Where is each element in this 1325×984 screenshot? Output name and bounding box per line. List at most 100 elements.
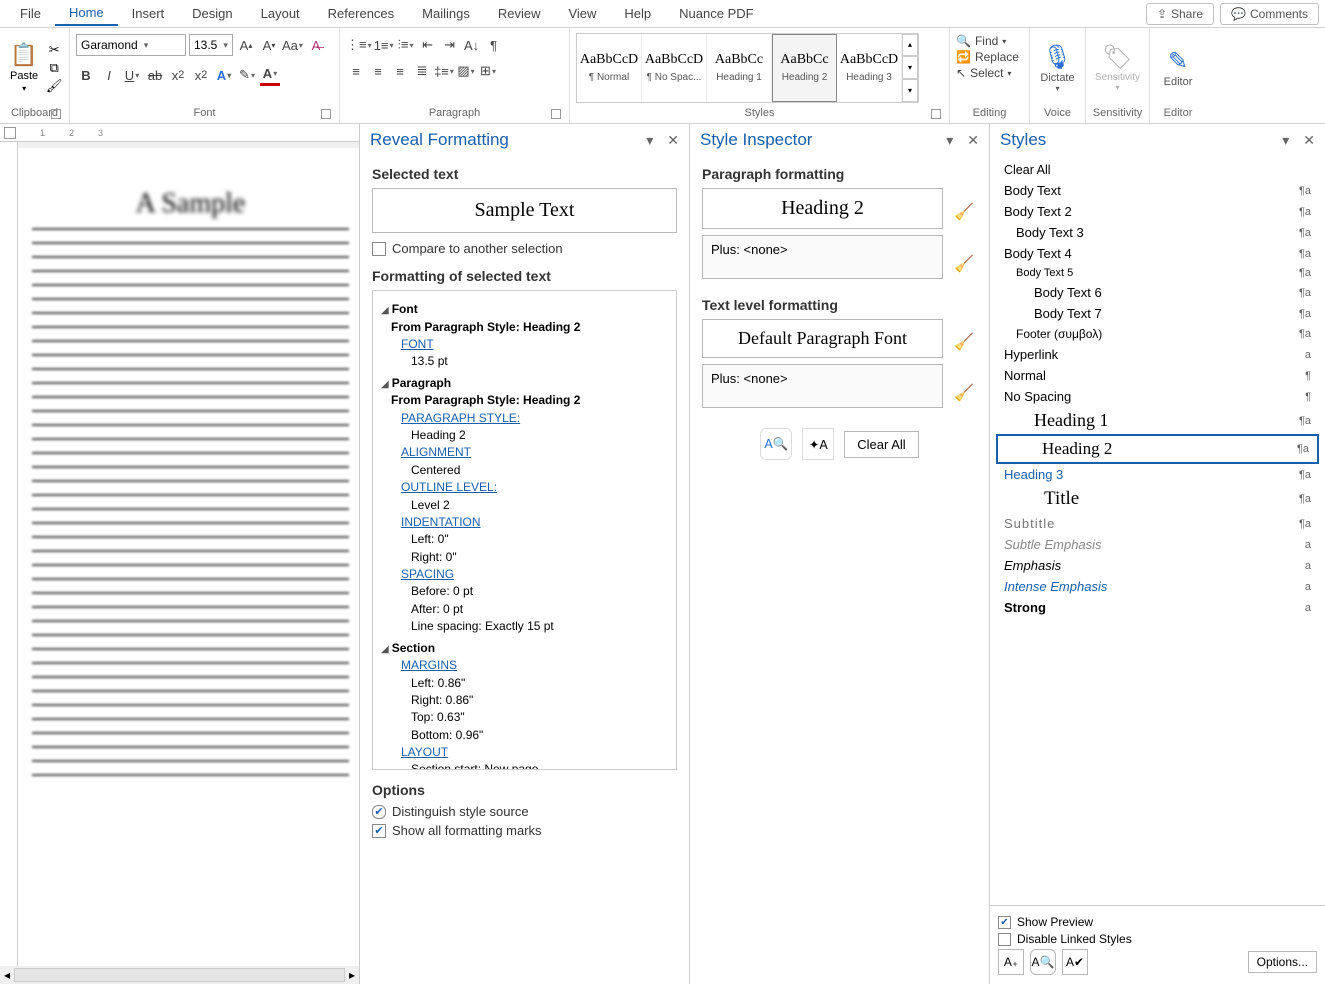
borders-icon[interactable]: ⊞▾	[478, 60, 498, 82]
style-list-item[interactable]: Subtle Emphasisa	[996, 534, 1319, 555]
clipboard-launcher[interactable]	[51, 109, 61, 119]
style-list-item[interactable]: No Spacing¶	[996, 386, 1319, 407]
new-style-icon[interactable]: A₊	[998, 949, 1024, 975]
disable-linked-checkbox[interactable]: Disable Linked Styles	[998, 932, 1317, 946]
scroll-left-icon[interactable]: ◂	[0, 968, 14, 982]
style-list-item[interactable]: Body Text 2¶a	[996, 201, 1319, 222]
font-color-icon[interactable]: A▾	[260, 64, 280, 86]
style-list-item[interactable]: Footer (συμβολ)¶a	[996, 324, 1319, 344]
comments-button[interactable]: 💬Comments	[1220, 3, 1319, 25]
close-icon[interactable]: ✕	[1303, 132, 1315, 149]
paragraph-launcher[interactable]	[551, 109, 561, 119]
line-spacing-icon[interactable]: ‡≡▾	[434, 60, 454, 82]
tab-home[interactable]: Home	[55, 1, 118, 26]
style-list-item[interactable]: Body Text 5¶a	[996, 264, 1319, 282]
style-gallery-item[interactable]: AaBbCcD¶ Normal	[577, 34, 642, 102]
change-case-icon[interactable]: Aa▾	[282, 34, 303, 56]
style-gallery-item[interactable]: AaBbCcDHeading 3	[837, 34, 902, 102]
tab-help[interactable]: Help	[610, 2, 665, 25]
tab-references[interactable]: References	[314, 2, 408, 25]
compare-checkbox[interactable]: Compare to another selection	[372, 241, 677, 256]
replace-button[interactable]: 🔁Replace	[956, 50, 1019, 64]
select-button[interactable]: ↖Select▾	[956, 66, 1011, 80]
style-list-item[interactable]: Emphasisa	[996, 555, 1319, 576]
reset-paragraph-icon[interactable]: 🧹	[951, 199, 977, 225]
shading-icon[interactable]: ▨▾	[456, 60, 476, 82]
shrink-font-icon[interactable]: A▾	[259, 34, 279, 56]
justify-icon[interactable]: ≣	[412, 60, 432, 82]
style-list-item[interactable]: Heading 1¶a	[996, 407, 1319, 434]
document-view[interactable]: A Sample	[18, 148, 359, 966]
gallery-up-icon[interactable]: ▴	[902, 34, 918, 57]
close-icon[interactable]: ✕	[667, 132, 679, 149]
font-size-combo[interactable]: 13.5▾	[189, 34, 233, 56]
close-icon[interactable]: ✕	[967, 132, 979, 149]
style-list-item[interactable]: Heading 3¶a	[996, 464, 1319, 485]
show-marks-icon[interactable]: ¶	[484, 34, 504, 56]
style-list-item[interactable]: Body Text 6¶a	[996, 282, 1319, 303]
style-gallery-item[interactable]: AaBbCcHeading 1	[707, 34, 772, 102]
reveal-formatting-button[interactable]: A🔍	[760, 428, 792, 460]
style-list-item[interactable]: Stronga	[996, 597, 1319, 618]
font-name-combo[interactable]: Garamond▾	[76, 34, 186, 56]
bold-icon[interactable]: B	[76, 64, 96, 86]
show-formatting-marks-checkbox[interactable]: ✔Show all formatting marks	[372, 823, 677, 838]
superscript-icon[interactable]: x2	[191, 64, 211, 86]
tab-layout[interactable]: Layout	[247, 2, 314, 25]
format-painter-icon[interactable]: 🖌	[46, 78, 62, 94]
tab-review[interactable]: Review	[484, 2, 555, 25]
style-inspector-icon[interactable]: A🔍	[1030, 949, 1056, 975]
align-center-icon[interactable]: ≡	[368, 60, 388, 82]
tab-file[interactable]: File	[6, 2, 55, 25]
style-list-item[interactable]: Body Text 3¶a	[996, 222, 1319, 243]
style-list-item[interactable]: Body Text 4¶a	[996, 243, 1319, 264]
style-list-item[interactable]: Subtitle¶a	[996, 513, 1319, 534]
subscript-icon[interactable]: x2	[168, 64, 188, 86]
pane-menu-icon[interactable]: ▾	[646, 132, 653, 149]
paragraph-style-box[interactable]: Heading 2	[702, 188, 943, 229]
bullets-icon[interactable]: ⋮≡▾	[346, 34, 372, 56]
style-list-item[interactable]: Normal¶	[996, 365, 1319, 386]
align-left-icon[interactable]: ≡	[346, 60, 366, 82]
options-button[interactable]: Options...	[1248, 951, 1317, 973]
grow-font-icon[interactable]: A▴	[236, 34, 256, 56]
increase-indent-icon[interactable]: ⇥	[440, 34, 460, 56]
strikethrough-icon[interactable]: ab	[145, 64, 165, 86]
align-right-icon[interactable]: ≡	[390, 60, 410, 82]
show-preview-checkbox[interactable]: ✔Show Preview	[998, 915, 1317, 929]
ruler-tab-selector[interactable]	[4, 127, 16, 139]
style-list-item[interactable]: Body Text 7¶a	[996, 303, 1319, 324]
gallery-down-icon[interactable]: ▾	[902, 56, 918, 79]
clear-paragraph-icon[interactable]: 🧹	[951, 251, 977, 277]
cut-icon[interactable]: ✂	[46, 42, 62, 58]
style-list-item[interactable]: Body Text¶a	[996, 180, 1319, 201]
distinguish-style-checkbox[interactable]: ✔Distinguish style source	[372, 804, 677, 819]
horizontal-ruler[interactable]: 123	[0, 124, 359, 142]
style-list-item[interactable]: Intense Emphasisa	[996, 576, 1319, 597]
formatting-tree[interactable]: ◢Font From Paragraph Style: Heading 2 FO…	[372, 290, 677, 770]
share-button[interactable]: ⇪Share	[1146, 3, 1214, 25]
tab-mailings[interactable]: Mailings	[408, 2, 484, 25]
decrease-indent-icon[interactable]: ⇤	[418, 34, 438, 56]
clear-all-style[interactable]: Clear All	[996, 160, 1319, 180]
highlight-icon[interactable]: ✎▾	[237, 64, 257, 86]
style-list-item[interactable]: Hyperlinka	[996, 344, 1319, 365]
font-launcher[interactable]	[321, 109, 331, 119]
manage-styles-icon[interactable]: A✔	[1062, 949, 1088, 975]
paste-button[interactable]: 📋 Paste ▾	[6, 40, 42, 95]
gallery-more-icon[interactable]: ▾	[902, 79, 918, 102]
scroll-right-icon[interactable]: ▸	[345, 968, 359, 982]
tab-design[interactable]: Design	[178, 2, 246, 25]
sort-icon[interactable]: A↓	[462, 34, 482, 56]
text-style-box[interactable]: Default Paragraph Font	[702, 319, 943, 358]
numbering-icon[interactable]: 1≡▾	[374, 34, 394, 56]
underline-icon[interactable]: U▾	[122, 64, 142, 86]
pane-menu-icon[interactable]: ▾	[1282, 132, 1289, 149]
horizontal-scrollbar[interactable]: ◂ ▸	[0, 966, 359, 984]
new-style-button[interactable]: ✦A	[802, 428, 834, 460]
style-list-item[interactable]: Heading 2¶a	[996, 434, 1319, 464]
tab-insert[interactable]: Insert	[118, 2, 179, 25]
tab-nuance-pdf[interactable]: Nuance PDF	[665, 2, 767, 25]
tab-view[interactable]: View	[554, 2, 610, 25]
multilevel-icon[interactable]: ⫶≡▾	[396, 34, 416, 56]
